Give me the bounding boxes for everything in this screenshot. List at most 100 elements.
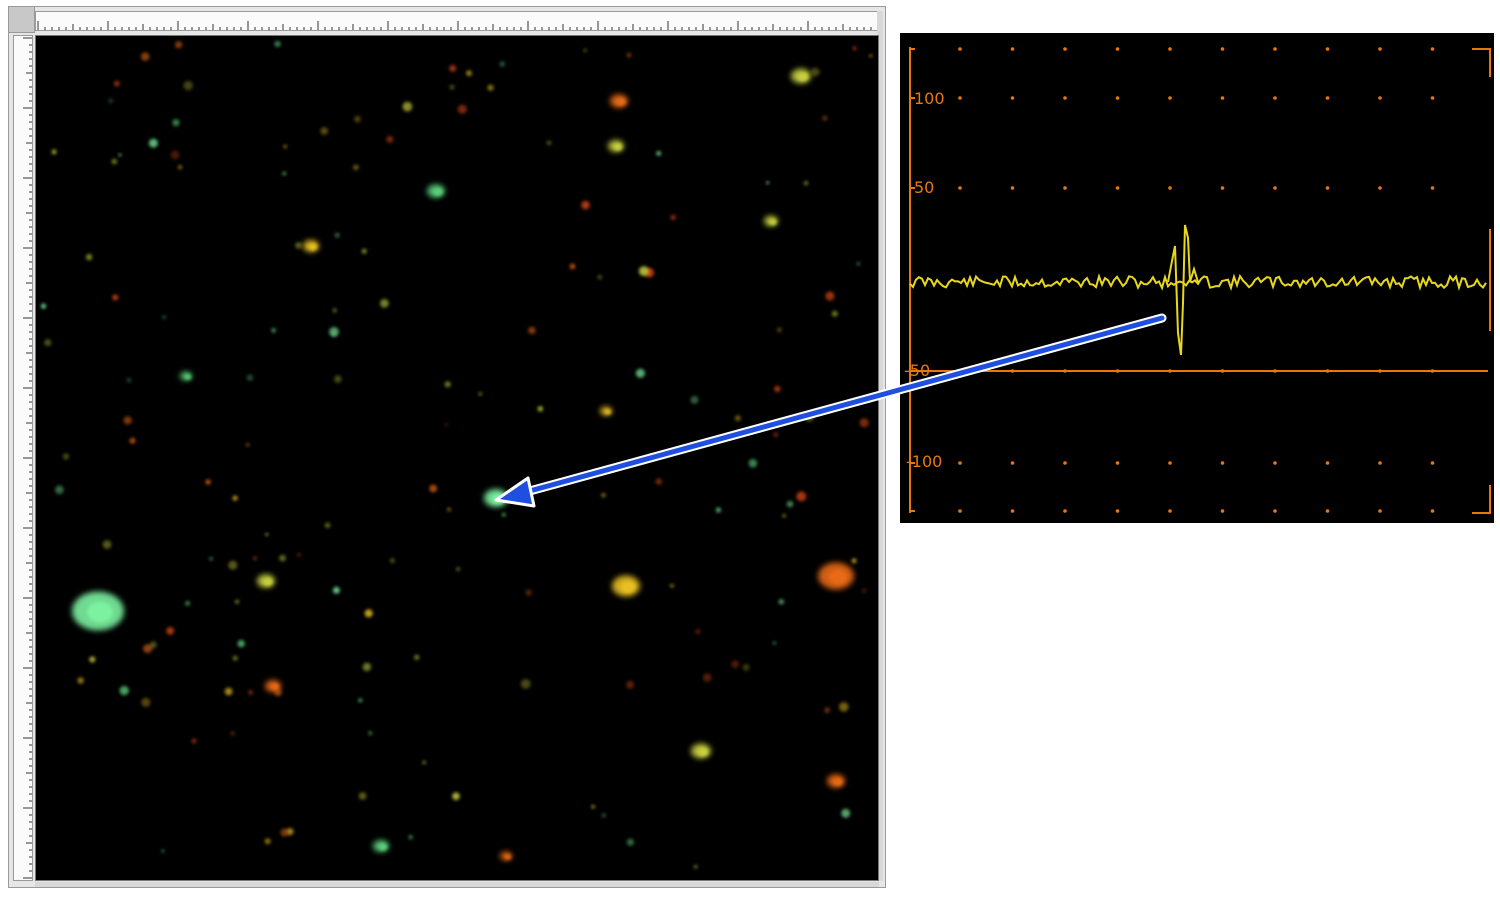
- cell-speck: [332, 308, 337, 313]
- cell-speck: [839, 702, 849, 712]
- cell-speck: [237, 639, 245, 648]
- cell-speck: [537, 406, 544, 412]
- grid-dot: [958, 186, 962, 190]
- cell-speck: [525, 589, 532, 596]
- cell-speck: [380, 298, 389, 308]
- cell-speck: [271, 328, 276, 333]
- cell-speck: [44, 339, 52, 347]
- cell-speck: [569, 263, 576, 270]
- cell-speck: [635, 368, 646, 378]
- horizontal-ruler[interactable]: [35, 11, 879, 31]
- grid-dot: [1168, 509, 1172, 513]
- cell-speck: [715, 507, 721, 513]
- cell-speck: [803, 181, 809, 186]
- horizontal-scrollbar[interactable]: [35, 882, 879, 887]
- grid-dot: [1378, 47, 1382, 51]
- grid-dot: [1063, 96, 1067, 100]
- cell-speck: [279, 554, 286, 562]
- cell-speck: [264, 838, 271, 845]
- cell-speck: [774, 385, 781, 393]
- microscope-image[interactable]: [35, 35, 879, 881]
- cell-speck: [670, 214, 676, 220]
- grid-dot: [1378, 461, 1382, 465]
- cell-speck: [283, 144, 288, 149]
- grid-dot: [1325, 509, 1330, 513]
- cell-speck: [449, 64, 457, 72]
- cell-speck: [852, 46, 857, 51]
- spike-event: [1167, 224, 1199, 356]
- cell-speck: [546, 140, 552, 146]
- cell-speck: [748, 458, 758, 468]
- cell-speck: [824, 707, 831, 714]
- cell-speck: [583, 48, 587, 52]
- cell-speck: [55, 485, 64, 495]
- cell-speck: [280, 828, 289, 837]
- cell-speck: [499, 61, 505, 67]
- cell-speck: [796, 491, 807, 502]
- cell-speck: [185, 600, 191, 606]
- grid-dot: [1325, 461, 1330, 465]
- cell-speck: [228, 560, 238, 570]
- cell-speck: [129, 437, 136, 444]
- cell-core: [621, 581, 635, 593]
- cell-speck: [205, 479, 211, 485]
- cell-speck: [141, 697, 151, 708]
- cell-speck: [85, 253, 93, 261]
- grid-dot: [1325, 47, 1330, 51]
- cell-speck: [869, 54, 873, 58]
- cell-speck: [778, 598, 785, 605]
- cell-speck: [102, 540, 112, 549]
- grid-dot: [1273, 47, 1277, 51]
- cell-speck: [51, 149, 57, 155]
- cell-speck: [149, 641, 157, 649]
- cell-speck: [859, 418, 869, 428]
- cell-speck: [297, 553, 301, 557]
- cell-speck: [108, 98, 114, 103]
- cell-speck: [693, 864, 698, 869]
- cell-speck: [183, 80, 193, 91]
- grid-dot: [1273, 509, 1277, 513]
- y-tick-label-neg100: -100: [906, 452, 943, 471]
- cell-speck: [364, 609, 373, 618]
- cell-speck: [230, 731, 235, 736]
- signal-trace-panel: 100 50 -50 -100: [900, 33, 1494, 523]
- y-tick-label-neg50: -50: [904, 361, 931, 380]
- cell-speck: [825, 291, 835, 301]
- cell-speck: [626, 838, 635, 846]
- cell-core: [185, 374, 191, 380]
- cell-speck: [851, 558, 857, 564]
- cell-speck: [111, 158, 118, 165]
- cell-speck: [786, 500, 794, 508]
- cell-speck: [414, 654, 420, 660]
- grid-dot: [958, 47, 962, 51]
- cell-core: [379, 843, 387, 851]
- cell-speck: [478, 392, 483, 396]
- cell-speck: [456, 567, 461, 572]
- cell-speck: [591, 805, 595, 809]
- cell-speck: [89, 656, 96, 663]
- cell-speck: [408, 835, 413, 840]
- cell-core: [433, 188, 443, 196]
- cell-speck: [174, 41, 183, 49]
- grid-dot: [1063, 509, 1067, 513]
- grid-dot: [1168, 47, 1172, 51]
- vertical-ruler[interactable]: [13, 35, 33, 881]
- cell-speck: [161, 849, 165, 853]
- cell-speck: [274, 688, 282, 697]
- cell-speck: [656, 151, 662, 156]
- cell-speck: [782, 514, 786, 518]
- cell-speck: [253, 556, 257, 561]
- cell-speck: [804, 412, 814, 422]
- cell-speck: [119, 685, 129, 696]
- cell-speck: [246, 443, 250, 447]
- cell-speck: [140, 52, 150, 61]
- cell-core: [309, 243, 317, 251]
- cell-core: [87, 601, 113, 623]
- cell-speck: [320, 127, 329, 135]
- cell-speck: [655, 478, 663, 485]
- cell-speck: [862, 588, 867, 593]
- grid-dot: [1115, 509, 1120, 513]
- cell-core: [829, 569, 847, 585]
- grid-dot: [1115, 461, 1120, 465]
- cell-core: [263, 578, 273, 586]
